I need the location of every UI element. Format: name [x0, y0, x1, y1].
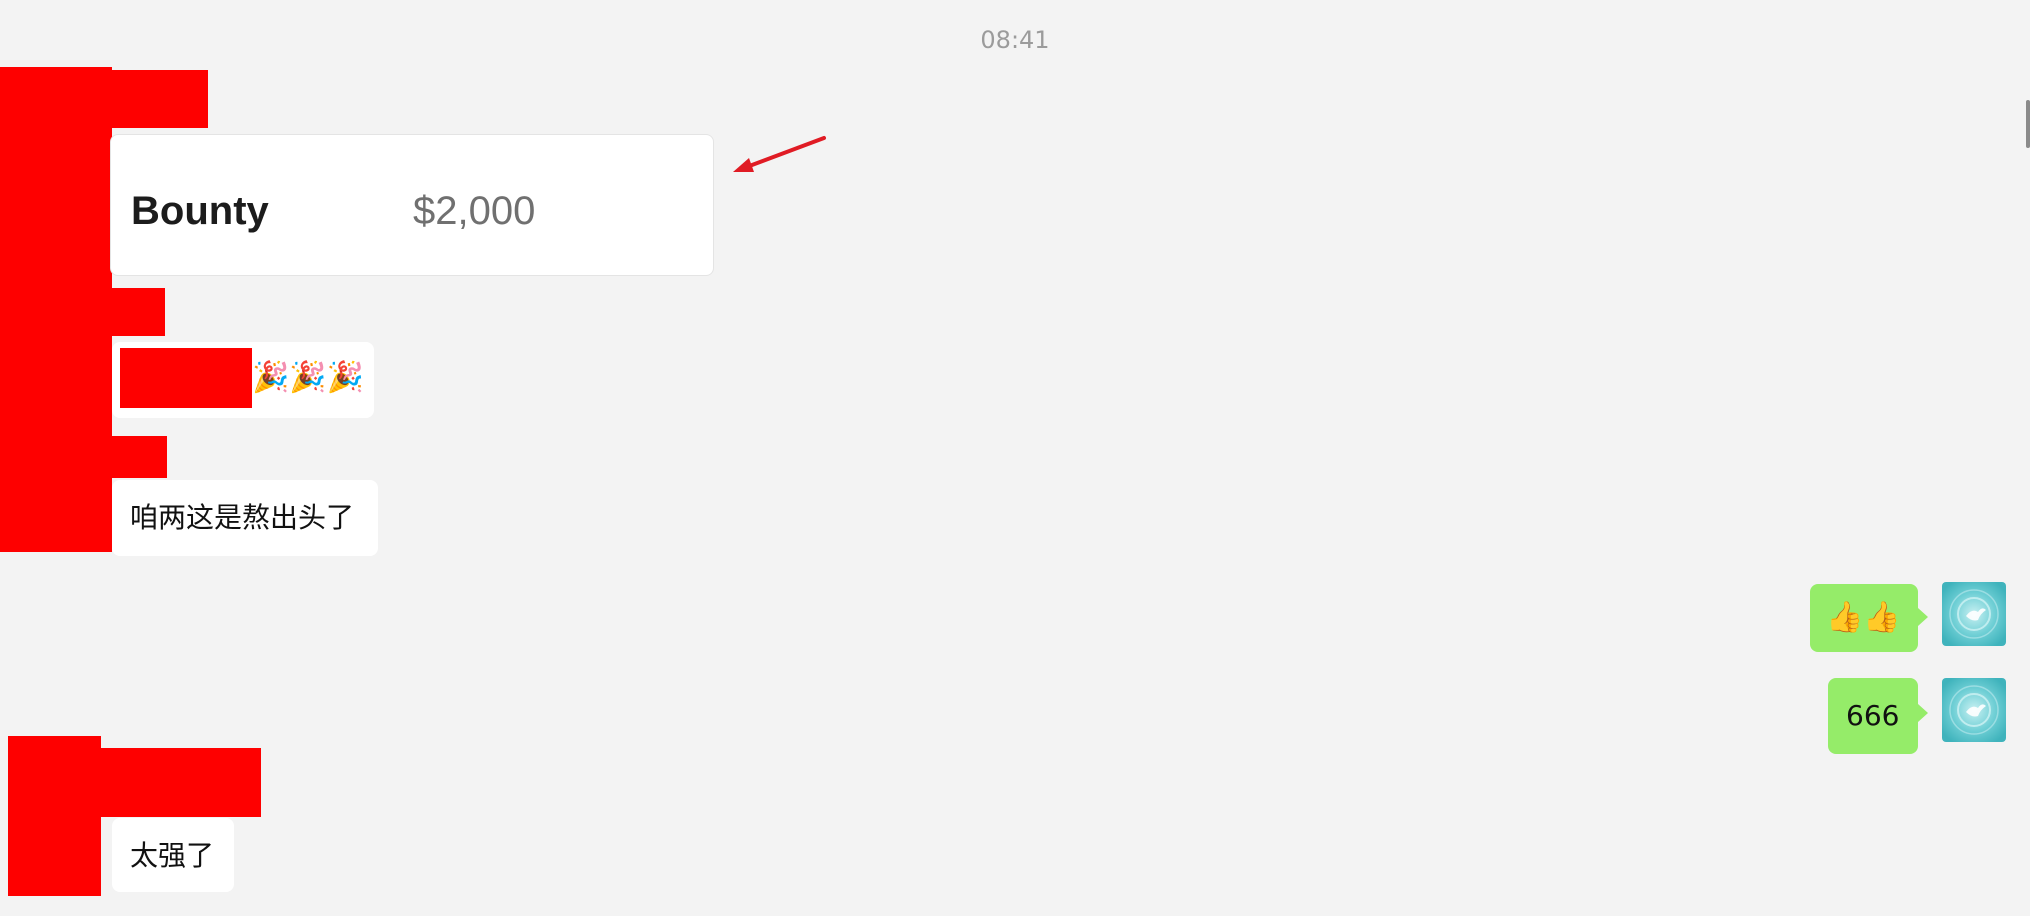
- bounty-label: Bounty: [131, 189, 269, 233]
- teal-water-bird-avatar-icon: [1942, 582, 2006, 646]
- redacted-sender-avatar: [8, 736, 101, 896]
- teal-water-bird-avatar-icon: [1942, 678, 2006, 742]
- redacted-sender-name: [101, 748, 261, 817]
- redacted-sender-avatar: [0, 67, 112, 552]
- message-bubble-text[interactable]: 咱两这是熬出头了: [112, 480, 378, 556]
- message-bubble-text[interactable]: 太强了: [112, 818, 234, 892]
- redacted-sender-name: [112, 288, 165, 336]
- redacted-sender-name: [112, 70, 208, 128]
- redacted-sender-name: [112, 436, 167, 478]
- message-text: 666: [1846, 699, 1900, 732]
- party-popper-icon: 🎉🎉🎉: [252, 360, 365, 395]
- bubble-tail: [1918, 704, 1928, 722]
- thumbs-up-icon: 👍👍: [1826, 600, 1901, 635]
- self-message-bubble-666[interactable]: 666: [1828, 678, 1918, 754]
- bubble-tail: [1918, 608, 1928, 626]
- self-avatar[interactable]: [1942, 582, 2006, 646]
- message-bubble-emoji[interactable]: 🎉🎉🎉: [112, 342, 374, 418]
- bounty-amount: $2,000: [413, 189, 536, 233]
- redacted-message-text: [120, 348, 252, 408]
- self-message-bubble-thumbs[interactable]: 👍👍: [1810, 584, 1918, 652]
- annotation-arrow-icon: [733, 136, 826, 172]
- self-avatar[interactable]: [1942, 678, 2006, 742]
- chat-timestamp: 08:41: [980, 26, 1050, 54]
- bounty-card-message[interactable]: Bounty $2,000: [110, 134, 714, 276]
- message-text: 咱两这是熬出头了: [130, 501, 355, 534]
- message-text: 太强了: [130, 839, 215, 872]
- scrollbar-thumb[interactable]: [2026, 100, 2030, 148]
